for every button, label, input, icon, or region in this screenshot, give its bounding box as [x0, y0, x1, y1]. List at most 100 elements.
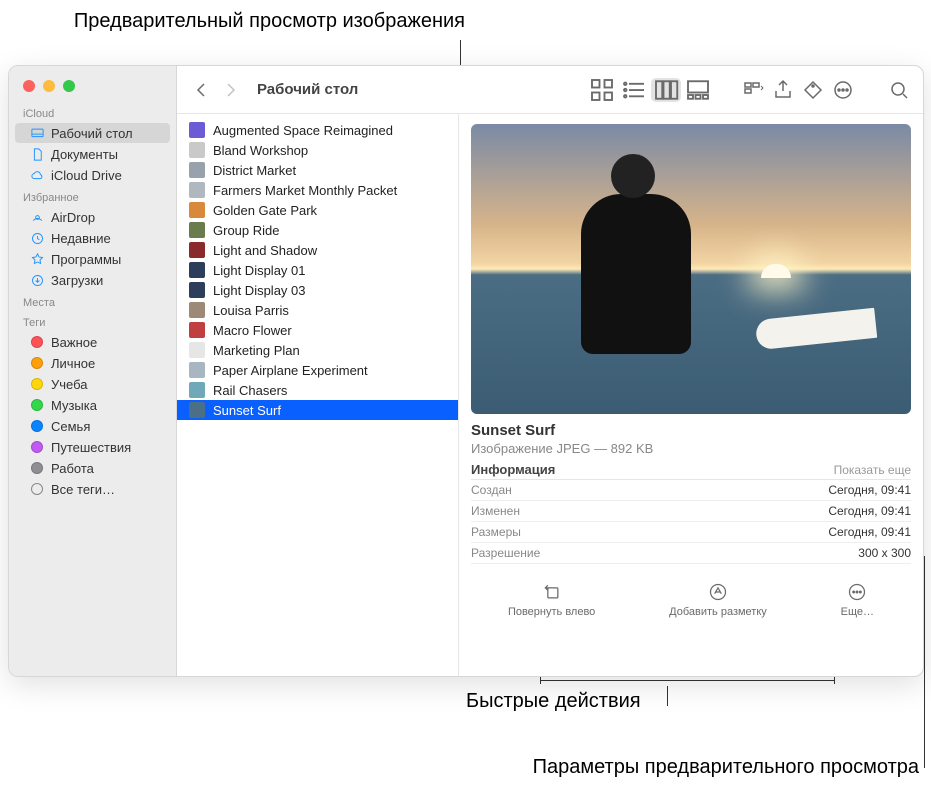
- sidebar-tag-item[interactable]: Семья: [15, 416, 170, 436]
- sidebar-item-applications[interactable]: Программы: [15, 249, 170, 269]
- quick-actions: Повернуть влево Добавить разметку Еще…: [471, 582, 911, 618]
- view-icons-button[interactable]: [587, 78, 617, 102]
- sidebar-tag-item[interactable]: Важное: [15, 332, 170, 352]
- file-item[interactable]: Rail Chasers: [177, 380, 458, 400]
- annotation-line: [540, 680, 835, 681]
- file-item[interactable]: Farmers Market Monthly Packet: [177, 180, 458, 200]
- window-controls: [9, 76, 176, 102]
- sidebar-tag-item[interactable]: Учеба: [15, 374, 170, 394]
- file-thumbnail-icon: [189, 282, 205, 298]
- file-name: Marketing Plan: [213, 343, 300, 358]
- tag-color-icon: [29, 397, 45, 413]
- sidebar-item-desktop[interactable]: Рабочий стол: [15, 123, 170, 143]
- more-icon: [847, 582, 867, 602]
- file-name: Light and Shadow: [213, 243, 317, 258]
- markup-button[interactable]: Добавить разметку: [669, 582, 767, 618]
- close-button[interactable]: [23, 80, 35, 92]
- file-item[interactable]: Louisa Parris: [177, 300, 458, 320]
- sidebar-item-icloud-drive[interactable]: iCloud Drive: [15, 165, 170, 185]
- tags-button[interactable]: [801, 78, 825, 102]
- file-name: District Market: [213, 163, 296, 178]
- rotate-icon: [542, 582, 562, 602]
- sidebar-item-downloads[interactable]: Загрузки: [15, 270, 170, 290]
- file-thumbnail-icon: [189, 342, 205, 358]
- view-list-button[interactable]: [619, 78, 649, 102]
- file-item[interactable]: Light Display 01: [177, 260, 458, 280]
- finder-window: iCloud Рабочий стол Документы iCloud Dri…: [8, 65, 924, 677]
- file-item[interactable]: Marketing Plan: [177, 340, 458, 360]
- file-thumbnail-icon: [189, 322, 205, 338]
- sidebar-item-label: Путешествия: [51, 440, 131, 455]
- file-thumbnail-icon: [189, 202, 205, 218]
- sidebar-item-label: Музыка: [51, 398, 97, 413]
- info-value: Сегодня, 09:41: [828, 483, 911, 497]
- sidebar-item-airdrop[interactable]: AirDrop: [15, 207, 170, 227]
- group-button[interactable]: [741, 78, 765, 102]
- sidebar-item-label: AirDrop: [51, 210, 95, 225]
- file-item[interactable]: Augmented Space Reimagined: [177, 120, 458, 140]
- file-item[interactable]: Light and Shadow: [177, 240, 458, 260]
- info-value: Сегодня, 09:41: [828, 504, 911, 518]
- sidebar-item-recents[interactable]: Недавние: [15, 228, 170, 248]
- view-columns-button[interactable]: [651, 78, 681, 102]
- info-key: Разрешение: [471, 546, 540, 560]
- file-item[interactable]: Golden Gate Park: [177, 200, 458, 220]
- action-button[interactable]: [831, 78, 855, 102]
- sidebar-item-label: Программы: [51, 252, 121, 267]
- file-list[interactable]: Augmented Space Reimagined Bland Workshop…: [177, 114, 459, 676]
- file-thumbnail-icon: [189, 382, 205, 398]
- info-heading: Информация: [471, 462, 555, 477]
- annotation-line: [667, 686, 668, 706]
- file-thumbnail-icon: [189, 402, 205, 418]
- download-icon: [29, 272, 45, 288]
- file-item[interactable]: Group Ride: [177, 220, 458, 240]
- forward-button[interactable]: [219, 78, 243, 102]
- sidebar-item-label: iCloud Drive: [51, 168, 122, 183]
- sidebar-item-all-tags[interactable]: Все теги…: [15, 479, 170, 499]
- minimize-button[interactable]: [43, 80, 55, 92]
- applications-icon: [29, 251, 45, 267]
- sidebar-section-favorites: Избранное: [9, 186, 176, 206]
- info-key: Размеры: [471, 525, 521, 539]
- file-item[interactable]: District Market: [177, 160, 458, 180]
- view-gallery-button[interactable]: [683, 78, 713, 102]
- file-thumbnail-icon: [189, 242, 205, 258]
- rotate-left-button[interactable]: Повернуть влево: [508, 582, 595, 618]
- tag-color-icon: [29, 439, 45, 455]
- back-button[interactable]: [189, 78, 213, 102]
- file-item[interactable]: Macro Flower: [177, 320, 458, 340]
- sidebar-tag-item[interactable]: Музыка: [15, 395, 170, 415]
- file-name: Bland Workshop: [213, 143, 308, 158]
- file-name: Louisa Parris: [213, 303, 289, 318]
- show-more-button[interactable]: Показать еще: [834, 463, 911, 477]
- preview-subtitle: Изображение JPEG — 892 KB: [471, 441, 911, 456]
- sidebar-tag-item[interactable]: Личное: [15, 353, 170, 373]
- sidebar-tag-item[interactable]: Работа: [15, 458, 170, 478]
- sidebar-item-documents[interactable]: Документы: [15, 144, 170, 164]
- tag-color-icon: [29, 376, 45, 392]
- file-name: Light Display 01: [213, 263, 306, 278]
- quick-action-label: Повернуть влево: [508, 606, 595, 618]
- file-item[interactable]: Paper Airplane Experiment: [177, 360, 458, 380]
- cloud-icon: [29, 167, 45, 183]
- zoom-button[interactable]: [63, 80, 75, 92]
- file-item[interactable]: Bland Workshop: [177, 140, 458, 160]
- sidebar-item-label: Документы: [51, 147, 118, 162]
- more-actions-button[interactable]: Еще…: [841, 582, 874, 618]
- file-name: Sunset Surf: [213, 403, 281, 418]
- file-thumbnail-icon: [189, 162, 205, 178]
- desktop-icon: [29, 125, 45, 141]
- window-title: Рабочий стол: [257, 81, 358, 98]
- file-item[interactable]: Sunset Surf: [177, 400, 458, 420]
- sidebar-item-label: Все теги…: [51, 482, 115, 497]
- sidebar-tag-item[interactable]: Путешествия: [15, 437, 170, 457]
- search-button[interactable]: [887, 78, 911, 102]
- sidebar-item-label: Недавние: [51, 231, 111, 246]
- share-button[interactable]: [771, 78, 795, 102]
- document-icon: [29, 146, 45, 162]
- file-item[interactable]: Light Display 03: [177, 280, 458, 300]
- info-row: РазмерыСегодня, 09:41: [471, 522, 911, 543]
- sidebar-section-icloud: iCloud: [9, 102, 176, 122]
- airdrop-icon: [29, 209, 45, 225]
- sidebar-item-label: Личное: [51, 356, 95, 371]
